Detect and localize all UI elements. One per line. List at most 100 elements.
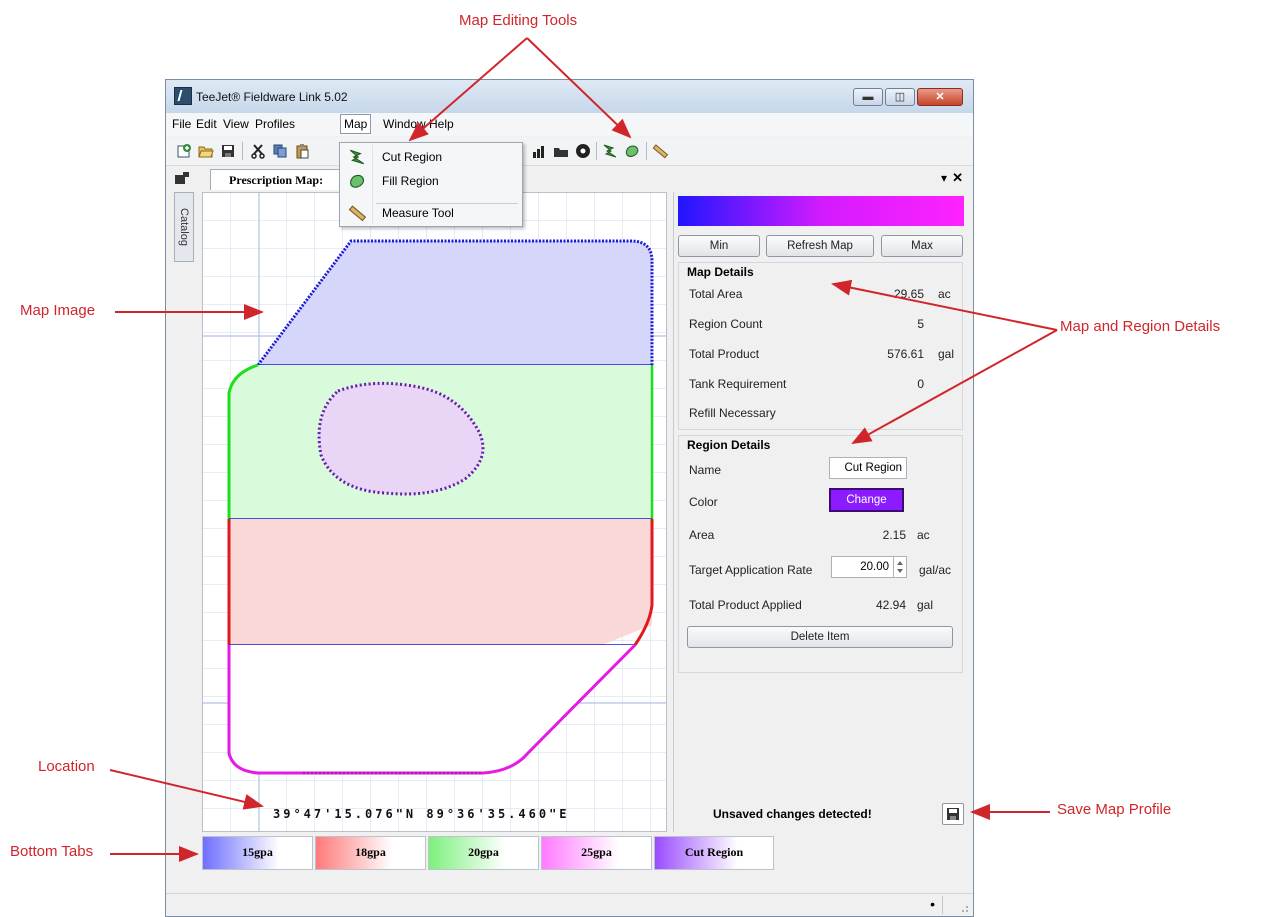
tab-20gpa[interactable]: 20gpa	[428, 836, 539, 870]
change-color-button[interactable]: Change	[829, 488, 904, 512]
menu-edit[interactable]: Edit	[196, 117, 217, 131]
window-title: TeeJet® Fieldware Link 5.02	[196, 90, 348, 104]
save-icon	[947, 808, 959, 820]
total-product-label: Total Product	[689, 347, 760, 361]
total-area-unit: ac	[938, 287, 951, 301]
tab-close-icon[interactable]: ✕	[952, 170, 963, 186]
measure-tool-icon[interactable]	[652, 143, 668, 159]
zone-18gpa[interactable]	[229, 519, 652, 645]
callout-bottom-tabs: Bottom Tabs	[10, 843, 94, 860]
menu-item-fill-region[interactable]: Fill Region	[340, 169, 522, 193]
close-icon: ✕	[935, 91, 945, 103]
refill-necessary-label: Refill Necessary	[689, 406, 776, 420]
catalog-grid-icon[interactable]	[174, 171, 190, 185]
rate-spinner[interactable]	[893, 557, 906, 577]
tab-cut-region[interactable]: Cut Region	[654, 836, 774, 870]
total-product-applied-unit: gal	[917, 598, 934, 612]
menu-item-measure-tool[interactable]: Measure Tool	[340, 201, 522, 225]
region-area-unit: ac	[917, 528, 930, 542]
menu-bar: File Edit View Profiles Map Window Help	[166, 113, 973, 136]
restore-button[interactable]: ◫	[885, 88, 915, 106]
app-logo-icon	[174, 87, 192, 105]
tank-requirement-label: Tank Requirement	[689, 377, 787, 391]
callout-map-image: Map Image	[20, 302, 96, 319]
restore-icon: ◫	[894, 91, 906, 103]
menu-window[interactable]: Window	[383, 117, 426, 131]
menu-file[interactable]: File	[172, 117, 191, 131]
paste-icon[interactable]	[294, 143, 310, 159]
minimize-icon: ▬	[862, 91, 874, 103]
fill-region-icon[interactable]	[624, 143, 640, 159]
location-readout: 39°47'15.076"N 89°36'35.460"E	[273, 807, 570, 821]
menu-help[interactable]: Help	[429, 117, 454, 131]
status-indicator: •	[930, 896, 935, 912]
catalog-tab-label: Catalog	[178, 208, 190, 246]
status-separator	[942, 896, 943, 914]
close-button[interactable]: ✕	[917, 88, 963, 106]
callout-map-editing-tools: Map Editing Tools	[459, 12, 578, 29]
toolbar	[166, 137, 973, 166]
tank-requirement-value: 0	[917, 377, 924, 391]
measure-tool-icon	[348, 205, 366, 222]
toolbar-separator	[242, 142, 243, 160]
target-rate-unit: gal/ac	[919, 563, 952, 577]
map-view[interactable]: 39°47'15.076"N 89°36'35.460"E	[202, 192, 667, 832]
cut-region-icon	[349, 149, 365, 165]
record-icon[interactable]	[575, 143, 591, 159]
fill-region-icon	[350, 174, 365, 188]
total-product-value: 576.61	[887, 347, 924, 361]
side-strip: Catalog	[166, 167, 198, 832]
cut-icon[interactable]	[250, 143, 266, 159]
toolbar-separator	[646, 142, 647, 160]
total-product-applied-label: Total Product Applied	[689, 598, 802, 612]
cut-region-icon[interactable]	[602, 143, 618, 159]
open-folder-icon[interactable]	[198, 143, 214, 159]
menu-item-cut-region[interactable]: Cut Region	[340, 145, 522, 169]
tab-25gpa[interactable]: 25gpa	[541, 836, 652, 870]
delete-item-button[interactable]: Delete Item	[687, 626, 953, 648]
details-panel: Min Refresh Map Max Map Details Total Ar…	[673, 192, 971, 832]
tab-15gpa[interactable]: 15gpa	[202, 836, 313, 870]
resize-grip-icon[interactable]	[957, 901, 969, 913]
menu-map[interactable]: Map	[340, 114, 372, 134]
region-details-group: Region Details Name Cut Region Color Cha…	[678, 435, 963, 673]
menu-item-label: Fill Region	[382, 174, 439, 188]
region-name-input[interactable]: Cut Region	[829, 457, 907, 479]
menu-view[interactable]: View	[223, 117, 249, 131]
tab-dropdown-icon[interactable]: ▾	[941, 171, 947, 185]
copy-icon[interactable]	[272, 143, 288, 159]
menu-item-label: Measure Tool	[382, 206, 454, 220]
save-icon[interactable]	[220, 143, 236, 159]
region-count-value: 5	[917, 317, 924, 331]
new-icon[interactable]	[176, 143, 192, 159]
total-product-applied-value: 42.94	[875, 598, 906, 612]
min-button[interactable]: Min	[678, 235, 760, 257]
refresh-map-button[interactable]: Refresh Map	[766, 235, 874, 257]
spinner-arrows-icon	[897, 561, 903, 573]
region-color-label: Color	[689, 495, 718, 509]
folder-icon[interactable]	[553, 143, 569, 159]
menu-profiles[interactable]: Profiles	[255, 117, 295, 131]
max-button[interactable]: Max	[881, 235, 963, 257]
tab-18gpa[interactable]: 18gpa	[315, 836, 426, 870]
map-details-title: Map Details	[687, 265, 754, 279]
region-area-value: 2.15	[882, 528, 906, 542]
catalog-tab[interactable]: Catalog	[174, 192, 194, 262]
chart-icon[interactable]	[531, 143, 547, 159]
title-bar: TeeJet® Fieldware Link 5.02 ▬ ◫ ✕	[166, 80, 973, 113]
app-window: TeeJet® Fieldware Link 5.02 ▬ ◫ ✕ File E…	[165, 79, 974, 917]
color-scale-bar	[678, 196, 964, 226]
document-tab-label: Prescription Map:	[229, 173, 324, 187]
region-area-label: Area	[689, 528, 715, 542]
save-map-profile-button[interactable]	[942, 803, 964, 825]
menu-item-label: Cut Region	[382, 150, 443, 164]
total-product-unit: gal	[938, 347, 955, 361]
bottom-tabs: 15gpa 18gpa 20gpa 25gpa Cut Region	[202, 832, 971, 874]
callout-save-map-profile: Save Map Profile	[1057, 801, 1172, 818]
document-tab[interactable]: Prescription Map:	[210, 169, 350, 190]
target-rate-label: Target Application Rate	[689, 563, 813, 577]
status-bar: •	[166, 893, 973, 916]
minimize-button[interactable]: ▬	[853, 88, 883, 106]
total-area-label: Total Area	[689, 287, 743, 301]
callout-location: Location	[38, 758, 95, 775]
